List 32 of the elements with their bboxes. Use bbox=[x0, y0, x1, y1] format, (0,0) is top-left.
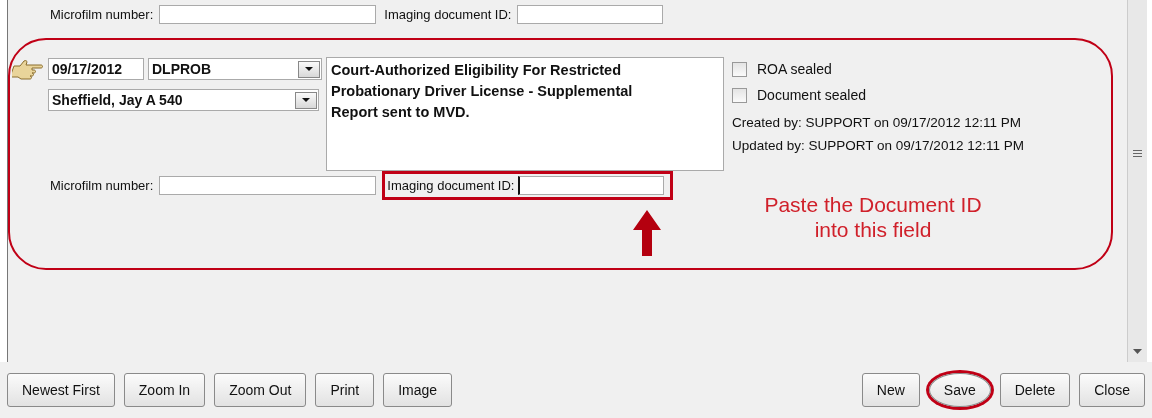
checkbox-label: Document sealed bbox=[757, 87, 866, 103]
field-label: Microfilm number: bbox=[50, 178, 154, 193]
toolbar-button[interactable]: Newest First bbox=[7, 373, 115, 407]
checkbox-label: ROA sealed bbox=[757, 61, 832, 77]
field-label: Imaging document ID: bbox=[387, 178, 515, 193]
judge-dropdown[interactable]: Sheffield, Jay A 540 bbox=[48, 89, 319, 111]
input-field[interactable] bbox=[518, 176, 665, 195]
circled-button[interactable]: Save bbox=[928, 373, 991, 407]
toolbar-button[interactable]: Zoom Out bbox=[214, 373, 307, 407]
input-field[interactable] bbox=[159, 176, 377, 195]
updated-by-text: Updated by: SUPPORT on 09/17/2012 12:11 PM bbox=[732, 137, 1024, 155]
input-field[interactable] bbox=[517, 5, 664, 24]
toolbar-button[interactable]: Zoom In bbox=[123, 373, 206, 407]
toolbar-button[interactable]: New bbox=[861, 373, 920, 407]
toolbar-button[interactable]: Delete bbox=[999, 373, 1071, 407]
toolbar-button[interactable]: Image bbox=[383, 373, 453, 407]
toolbar-button[interactable]: Print bbox=[315, 373, 375, 407]
toolbar-button[interactable]: Close bbox=[1079, 373, 1145, 407]
field-label: Imaging document ID: bbox=[384, 7, 512, 22]
description-text-area[interactable]: Court-Authorized Eligibility For Restricted Probationary Driver License - Supplemental Report sent to MVD. bbox=[326, 57, 724, 171]
created-by-text: Created by: SUPPORT on 09/17/2012 12:11 PM bbox=[732, 114, 1022, 132]
date-field[interactable]: 09/17/2012 bbox=[48, 58, 144, 80]
scrollbar[interactable] bbox=[1127, 0, 1147, 362]
code-dropdown[interactable]: DLPROB bbox=[148, 58, 322, 80]
checkbox[interactable] bbox=[732, 87, 747, 103]
caret-icon bbox=[301, 97, 311, 103]
field-label: Microfilm number: bbox=[50, 7, 154, 22]
scroll-down-icon[interactable] bbox=[1133, 349, 1142, 354]
checkbox[interactable] bbox=[732, 61, 747, 77]
caret-icon bbox=[304, 66, 314, 72]
input-field[interactable] bbox=[159, 5, 377, 24]
callout-text: Paste the Document ID into this field bbox=[763, 192, 983, 242]
